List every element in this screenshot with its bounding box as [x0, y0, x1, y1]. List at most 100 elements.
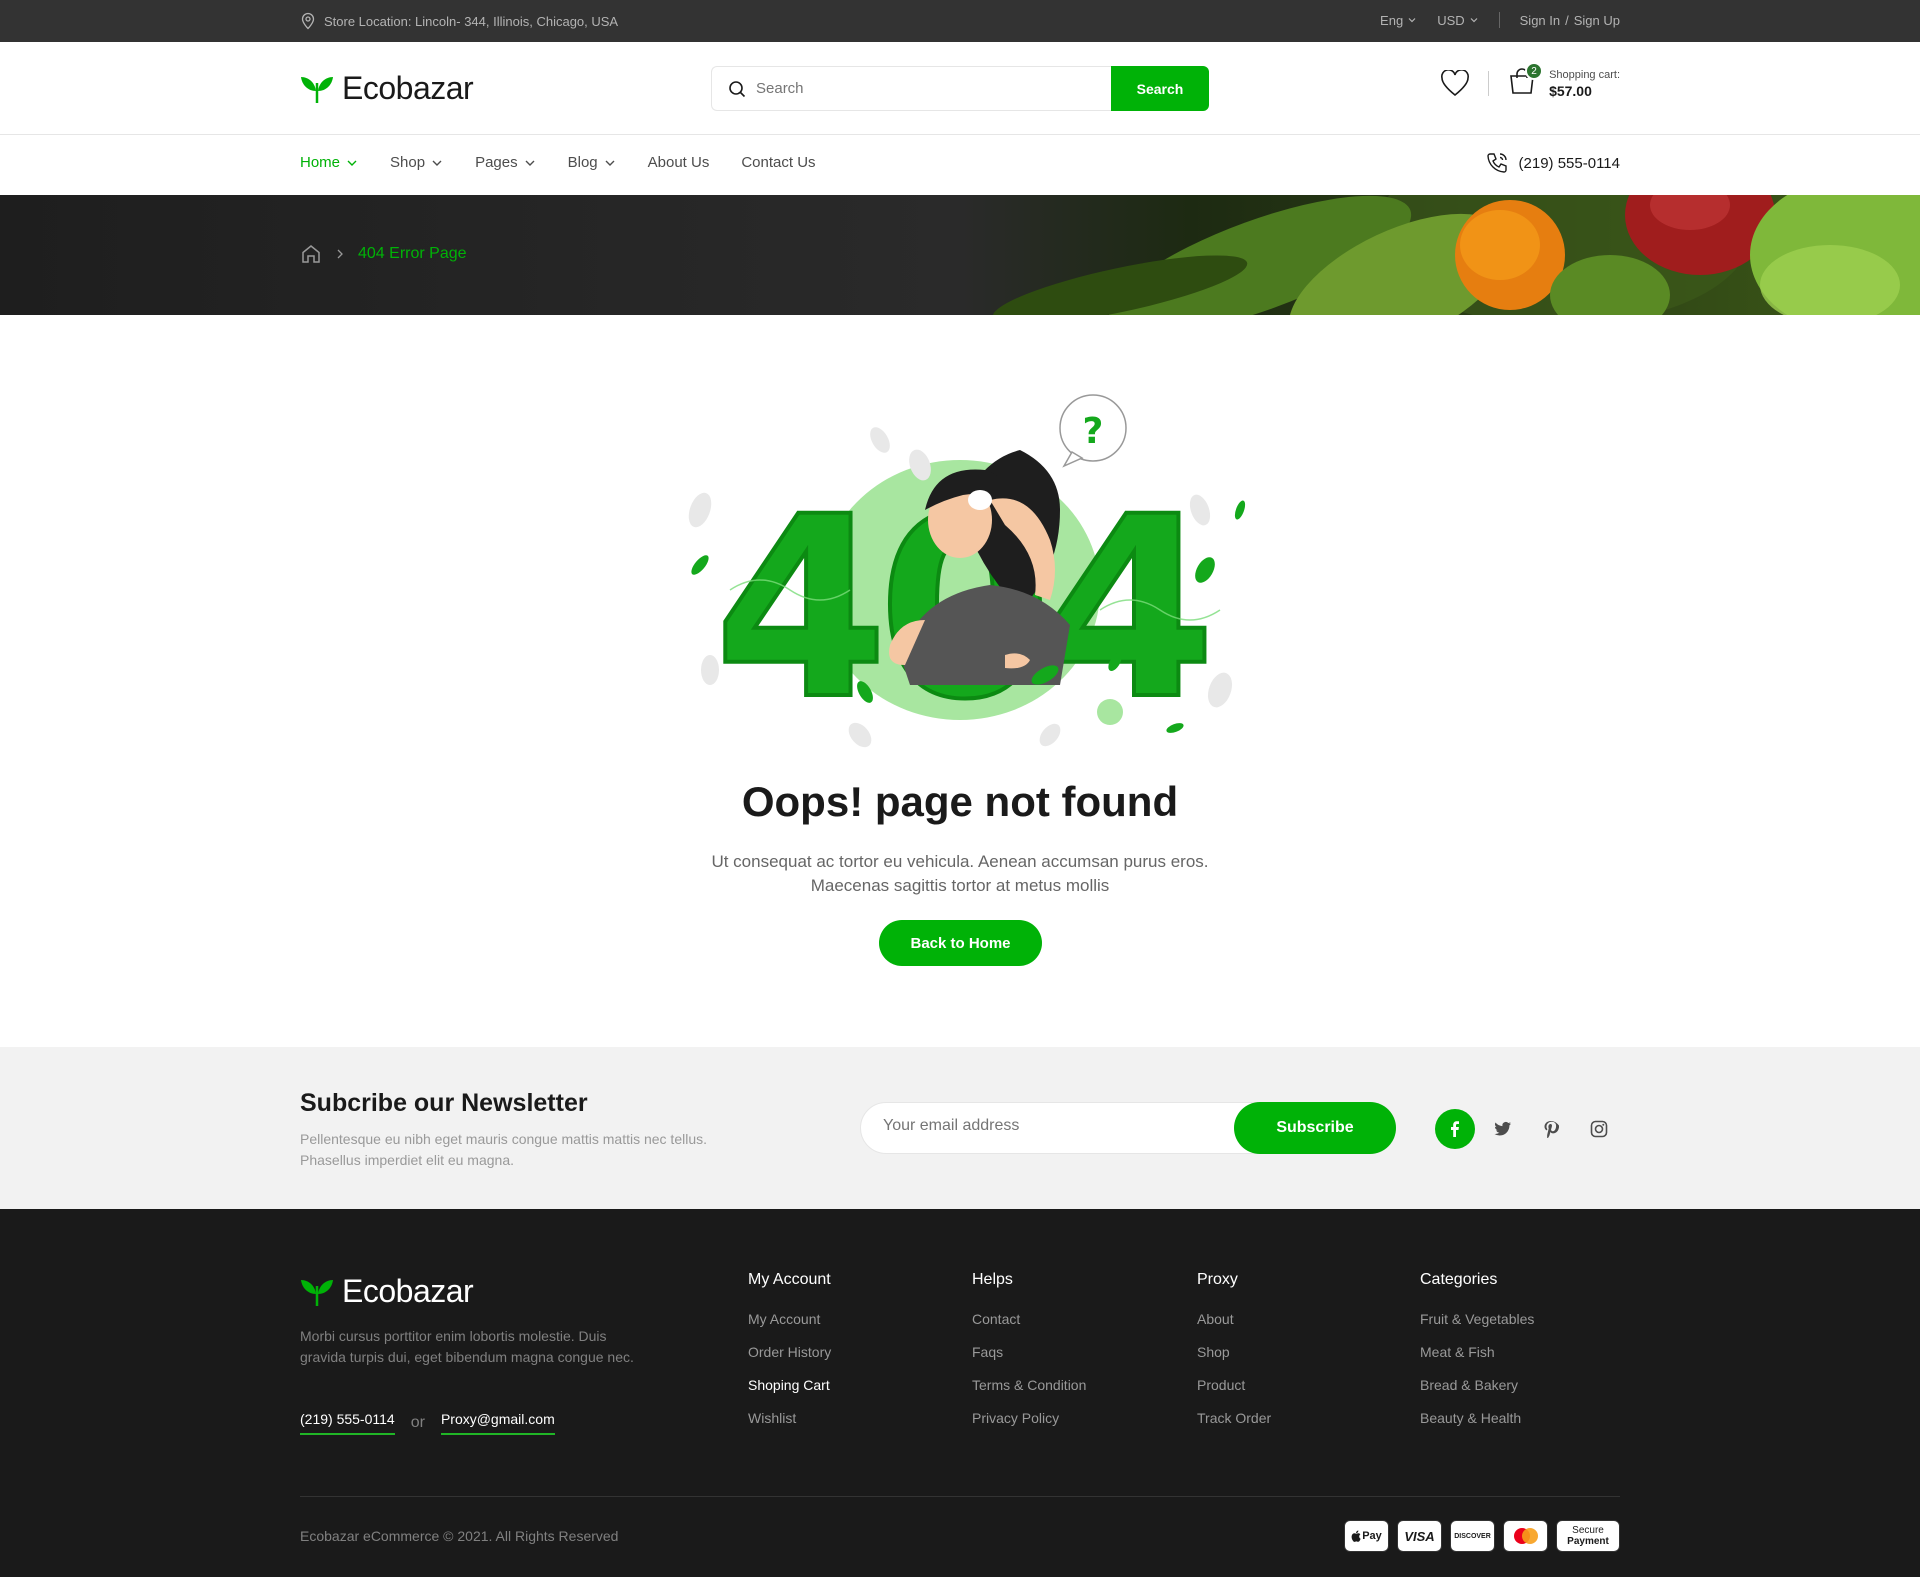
secure-payment-badge: Secure Payment	[1556, 1520, 1620, 1552]
nav-phone-number: (219) 555-0114	[1518, 154, 1620, 172]
footer-link[interactable]: My Account	[748, 1311, 831, 1344]
nav-item-label: About Us	[647, 154, 710, 171]
search-field	[711, 66, 1111, 111]
footer-link[interactable]: Fruit & Vegetables	[1420, 1311, 1534, 1344]
currency-value: USD	[1437, 12, 1465, 28]
map-pin-icon	[301, 12, 315, 30]
sign-up-link[interactable]: Sign Up	[1574, 13, 1620, 28]
footer-link[interactable]: Order History	[748, 1344, 831, 1377]
footer-link[interactable]: Contact	[972, 1311, 1086, 1344]
newsletter-description: Pellentesque eu nibh eget mauris congue …	[300, 1131, 708, 1168]
cart-label: Shopping cart:	[1549, 68, 1620, 81]
chevron-down-icon	[525, 160, 535, 166]
footer-link[interactable]: Faqs	[972, 1344, 1086, 1377]
language-value: Eng	[1380, 12, 1404, 28]
shopping-cart[interactable]: 2 Shopping cart: $57.00	[1507, 62, 1620, 101]
search-input[interactable]	[756, 80, 1096, 97]
mastercard-icon	[1513, 1528, 1538, 1544]
logo[interactable]: Ecobazar	[300, 70, 474, 107]
chevron-down-icon	[1470, 18, 1478, 23]
footer-link[interactable]: Privacy Policy	[972, 1410, 1086, 1443]
vegetables-background-image	[992, 195, 1920, 315]
404-illustration: 404 ?	[688, 394, 1246, 756]
topbar-divider	[1498, 12, 1500, 28]
apple-icon	[1351, 1530, 1361, 1542]
footer-or: or	[410, 1414, 425, 1431]
newsletter-section: Subcribe our Newsletter Pellentesque eu …	[0, 1047, 1920, 1209]
back-to-home-button[interactable]: Back to Home	[879, 920, 1042, 966]
email-input[interactable]	[883, 1117, 1203, 1135]
leaf-logo-icon	[301, 1279, 333, 1306]
footer-contact: (219) 555-0114 or Proxy@gmail.com	[300, 1411, 555, 1435]
store-location: Store Location: Lincoln- 344, Illinois, …	[300, 12, 618, 30]
nav-item-contact-us[interactable]: Contact Us	[741, 154, 815, 171]
language-selector[interactable]: Eng	[1380, 13, 1417, 28]
footer-column-title: Helps	[972, 1271, 1013, 1288]
newsletter-title: Subcribe our Newsletter	[300, 1089, 588, 1117]
nav-item-label: Blog	[567, 154, 598, 171]
footer-divider	[300, 1496, 1620, 1497]
nav-item-label: Contact Us	[741, 154, 816, 171]
error-description: Ut consequat ac tortor eu vehicula. Aene…	[0, 850, 1920, 898]
error-description-line-1: Ut consequat ac tortor eu vehicula. Aene…	[711, 852, 1209, 871]
chevron-down-icon	[347, 160, 357, 166]
footer-link[interactable]: Track Order	[1197, 1410, 1271, 1443]
nav-item-home[interactable]: Home	[300, 154, 358, 171]
nav-item-blog[interactable]: Blog	[568, 154, 616, 171]
newsletter-form: Subscribe	[860, 1102, 1396, 1154]
search-bar: Search	[711, 66, 1209, 111]
footer-link[interactable]: Shoping Cart	[748, 1377, 831, 1410]
footer-column-proxy: Proxy About Shop Product Track Order	[1197, 1271, 1271, 1443]
header: Ecobazar Search 2 Shopping cart: $57.00	[0, 42, 1920, 135]
social-links	[1435, 1109, 1619, 1149]
footer-link[interactable]: Beauty & Health	[1420, 1410, 1534, 1443]
footer-link[interactable]: Shop	[1197, 1344, 1271, 1377]
subscribe-button[interactable]: Subscribe	[1234, 1102, 1396, 1154]
footer-column-my-account: My Account My Account Order History Shop…	[748, 1271, 831, 1443]
auth-divider: /	[1565, 12, 1569, 28]
footer-link[interactable]: Wishlist	[748, 1410, 831, 1443]
chevron-right-icon	[337, 249, 343, 259]
brand-name: Ecobazar	[342, 70, 474, 106]
footer-logo[interactable]: Ecobazar	[300, 1273, 474, 1310]
nav-item-about-us[interactable]: About Us	[648, 154, 710, 171]
footer-link[interactable]: Terms & Condition	[972, 1377, 1086, 1410]
pinterest-icon[interactable]	[1531, 1109, 1571, 1149]
chevron-down-icon	[1408, 18, 1416, 23]
payment-methods: Pay VISA DISCOVER Secure Payment	[1344, 1520, 1620, 1552]
footer-phone[interactable]: (219) 555-0114	[300, 1411, 395, 1435]
footer: Ecobazar Morbi cursus porttitor enim lob…	[0, 1209, 1920, 1577]
mastercard-badge	[1503, 1520, 1548, 1552]
error-title: Oops! page not found	[741, 778, 1179, 825]
nav-item-shop[interactable]: Shop	[390, 154, 443, 171]
sign-in-link[interactable]: Sign In	[1520, 13, 1560, 28]
chevron-down-icon	[605, 160, 615, 166]
nav-item-pages[interactable]: Pages	[475, 154, 536, 171]
secure-label: Secure	[1572, 1525, 1604, 1536]
visa-label: VISA	[1404, 1528, 1435, 1544]
footer-brand-name: Ecobazar	[342, 1273, 474, 1309]
currency-selector[interactable]: USD	[1437, 13, 1478, 28]
footer-link[interactable]: Bread & Bakery	[1420, 1377, 1534, 1410]
footer-email[interactable]: Proxy@gmail.com	[440, 1411, 555, 1435]
footer-link[interactable]: Meat & Fish	[1420, 1344, 1534, 1377]
facebook-icon[interactable]	[1435, 1109, 1475, 1149]
heart-icon[interactable]	[1440, 69, 1470, 98]
nav-phone[interactable]: (219) 555-0114	[1485, 151, 1620, 175]
cart-icon-wrap: 2	[1507, 62, 1544, 101]
question-mark-icon: ?	[1083, 411, 1104, 452]
top-bar: Store Location: Lincoln- 344, Illinois, …	[0, 0, 1920, 42]
search-button[interactable]: Search	[1111, 66, 1209, 111]
search-icon	[729, 80, 746, 97]
breadcrumb: 404 Error Page	[300, 243, 467, 265]
footer-link[interactable]: Product	[1197, 1377, 1271, 1410]
twitter-icon[interactable]	[1483, 1109, 1523, 1149]
footer-column-title: Proxy	[1197, 1271, 1238, 1288]
chevron-down-icon	[432, 160, 442, 166]
apple-pay-label: Pay	[1362, 1530, 1382, 1542]
cart-count-badge: 2	[1525, 62, 1544, 80]
home-icon[interactable]	[300, 243, 322, 265]
footer-link[interactable]: About	[1197, 1311, 1271, 1344]
instagram-icon[interactable]	[1579, 1109, 1619, 1149]
footer-about: Morbi cursus porttitor enim lobortis mol…	[300, 1328, 634, 1365]
